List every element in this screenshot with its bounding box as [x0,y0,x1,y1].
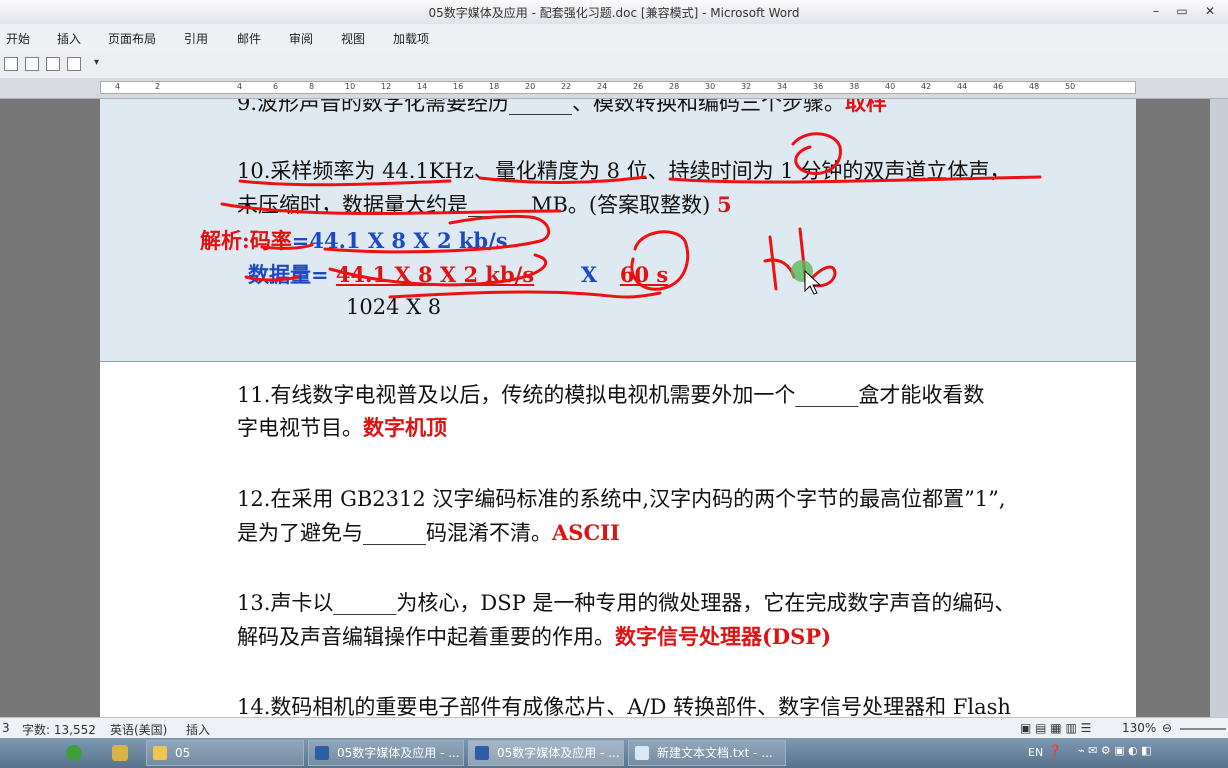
tab-insert[interactable]: 插入 [57,30,81,47]
ruler-number: 46 [993,82,1004,91]
print-icon[interactable] [25,57,39,71]
tab-view[interactable]: 视图 [341,30,365,47]
taskbar-word-2[interactable]: 05数字媒体及应用 - ... [468,740,624,766]
maximize-button[interactable]: ▭ [1174,4,1190,18]
ruler-number: 30 [705,82,716,91]
ruler-number: 8 [309,82,315,91]
language-tray[interactable]: EN [1028,746,1043,759]
ruler-number: 44 [957,82,968,91]
underline-stroke [260,243,314,250]
ruler-number: 28 [669,82,680,91]
word-icon [475,746,489,760]
vertical-scrollbar[interactable] [1210,99,1228,717]
ruler-number: 26 [633,82,644,91]
ruler-number: 32 [741,82,752,91]
taskbar-folder-05[interactable]: 05 [146,740,304,766]
ruler-number: 22 [561,82,572,91]
ie-icon[interactable] [66,745,82,761]
view-buttons[interactable]: ▣ ▤ ▦ ▥ ☰ [1020,721,1091,735]
taskbar-notepad[interactable]: 新建文本文档.txt - ... [628,740,786,766]
folder-icon [153,746,167,760]
customize-dropdown-icon[interactable]: ▾ [94,57,99,68]
tray-icons[interactable]: ⌁ ✉ ⚙ ▣ ◐ ◧ [1078,744,1152,757]
ribbon-tabs: 开始 插入 页面布局 引用 邮件 审阅 视图 加载项 [0,24,1228,53]
quick-access-toolbar: ▾ [0,52,1228,79]
ruler-strip: 4 2 4 6 8 10 12 14 16 18 20 22 24 26 28 … [100,81,1136,94]
tab-addins[interactable]: 加载项 [393,30,429,47]
insert-mode[interactable]: 插入 [186,721,210,738]
loop-stroke [328,253,548,287]
curve-stroke [388,290,662,299]
ruler-number: 38 [849,82,860,91]
ruler-number: 20 [525,82,536,91]
underline-stroke [668,175,1042,184]
ruler-number: 12 [381,82,392,91]
ruler-number: 4 [115,82,121,91]
save-icon[interactable] [4,57,18,71]
zoom-slider[interactable] [1180,728,1226,730]
circle-stroke [791,132,842,175]
tab-page-layout[interactable]: 页面布局 [108,30,156,47]
ruler-number: 42 [921,82,932,91]
tab-mailings[interactable]: 邮件 [237,30,261,47]
underline-stroke [244,275,300,282]
tab-home[interactable]: 开始 [6,30,30,47]
language-indicator[interactable]: 英语(美国) [110,721,167,738]
ruler-number: 34 [777,82,788,91]
close-button[interactable]: ✕ [1202,4,1218,18]
horizontal-ruler[interactable]: 4 2 4 6 8 10 12 14 16 18 20 22 24 26 28 … [0,78,1228,99]
handwriting-overlay [220,132,1042,299]
ruler-number: 36 [813,82,824,91]
ruler-number: 16 [453,82,464,91]
ruler-number: 24 [597,82,608,91]
ruler-number: 50 [1065,82,1076,91]
app-icon[interactable] [112,745,128,761]
underline-stroke [238,179,452,187]
word-icon [315,746,329,760]
zoom-out-button[interactable]: ⊖ [1162,721,1172,735]
loop-stroke [323,214,551,254]
tab-references[interactable]: 引用 [184,30,208,47]
zoom-level[interactable]: 130% [1122,721,1156,735]
system-tray: EN ❓ ⌁ ✉ ⚙ ▣ ◐ ◧ [1018,738,1228,768]
word-count[interactable]: 字数: 13,552 [22,721,96,738]
handwriting-stroke [768,235,778,291]
cursor-pointer-icon [791,260,822,295]
taskbar-word-1[interactable]: 05数字媒体及应用 - ... [308,740,464,766]
underline-stroke [220,202,562,216]
ruler-number: 6 [273,82,279,91]
title-bar: 05数字媒体及应用 - 配套强化习题.doc [兼容模式] - Microsof… [0,0,1228,25]
new-document-icon[interactable] [46,57,60,71]
help-icon[interactable]: ❓ [1048,744,1062,757]
tab-review[interactable]: 审阅 [289,30,313,47]
ruler-number: 14 [417,82,428,91]
handwriting-stroke [763,258,796,279]
ruler-number: 48 [1029,82,1040,91]
edit-icon[interactable] [67,57,81,71]
underline-stroke [478,175,647,184]
ruler-number: 10 [345,82,356,91]
circle-stroke [630,230,690,291]
window-title: 05数字媒体及应用 - 配套强化习题.doc [兼容模式] - Microsof… [428,6,800,20]
ruler-number: 40 [885,82,896,91]
minimize-button[interactable]: – [1148,4,1164,18]
ruler-number: 18 [489,82,500,91]
ruler-number: 4 [237,82,243,91]
taskbar: 05 05数字媒体及应用 - ... 05数字媒体及应用 - ... 新建文本文… [0,738,1228,768]
ruler-number: 2 [155,82,161,91]
status-bar: 3 字数: 13,552 英语(美国) 插入 ▣ ▤ ▦ ▥ ☰ 130% ⊖ [0,717,1228,739]
page-indicator[interactable]: 3 [2,721,10,735]
notepad-icon [635,746,649,760]
